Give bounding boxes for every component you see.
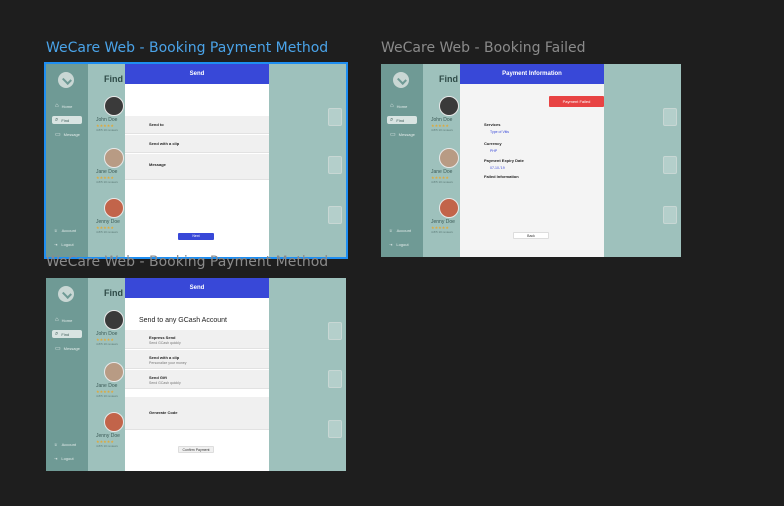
frame-booking-failed[interactable]: ⌂ Home ⌕ Find ▭ Message ♕ Account ⇥ Logout Fi… [381, 64, 681, 257]
logo-icon [58, 286, 74, 302]
message-icon: ▭ [55, 131, 61, 138]
side-card [663, 206, 677, 224]
side-card [663, 156, 677, 174]
avatar [104, 310, 124, 330]
side-card [328, 108, 342, 126]
account-icon: ♕ [54, 442, 58, 447]
account-icon: ♕ [389, 228, 393, 233]
frame-booking-payment-method-2[interactable]: ⌂ Home ⌕ Find ▭ Message ♕ Account ⇥ Logout Fi… [46, 278, 346, 471]
search-icon: ⌕ [55, 330, 59, 337]
message-icon: ▭ [55, 345, 61, 352]
next-button[interactable]: Next [178, 233, 214, 240]
send-gift-row[interactable]: Send Gift Send GCash quickly [125, 370, 269, 389]
failed-information-label: Failed Information [484, 174, 519, 179]
search-icon: ⌕ [390, 116, 394, 123]
payment-failed-button[interactable]: Payment Failed [549, 96, 604, 107]
logo-icon [58, 72, 74, 88]
message-row[interactable]: Message [125, 154, 269, 180]
avatar [104, 96, 124, 116]
sidebar-item-message[interactable]: ▭ Message [387, 130, 417, 138]
sidebar-item-message[interactable]: ▭ Message [52, 130, 82, 138]
sidebar: ⌂ Home ⌕ Find ▭ Message ♕ Account ⇥ Logout [381, 64, 423, 257]
expiry-date-label: Payment Expiry Date [484, 158, 524, 163]
express-send-row[interactable]: Express Send Send GCash quickly [125, 330, 269, 349]
modal-header: Send [125, 64, 269, 84]
send-with-clip-row[interactable]: Send with a clip [125, 135, 269, 153]
sidebar-item-logout[interactable]: ⇥ Logout [389, 242, 409, 247]
sidebar: ⌂ Home ⌕ Find ▭ Message ♕ Account ⇥ Logout [46, 64, 88, 257]
sidebar-item-logout[interactable]: ⇥ Logout [54, 242, 74, 247]
avatar [439, 148, 459, 168]
sidebar-item-home[interactable]: ⌂ Home [387, 102, 417, 110]
logout-icon: ⇥ [389, 242, 393, 247]
avatar [104, 412, 124, 432]
currency-value: PHP [490, 149, 498, 153]
payment-info-modal: Payment Information Payment Failed Servi… [460, 64, 604, 257]
sidebar-item-find[interactable]: ⌕ Find [387, 116, 417, 124]
page-title: Find [104, 288, 123, 298]
back-button[interactable]: Back [513, 232, 549, 239]
frame-title-booking-payment-method[interactable]: WeCare Web - Booking Payment Method [46, 40, 328, 56]
services-label: Services [484, 122, 501, 127]
generate-code-row[interactable]: Generate Code [125, 397, 269, 430]
sidebar-item-home[interactable]: ⌂ Home [52, 316, 82, 324]
confirm-payment-button[interactable]: Confirm Payment [178, 446, 214, 453]
side-card [328, 370, 342, 388]
gcash-send-modal: Send Send to any GCash Account Express S… [125, 278, 269, 471]
frame-booking-payment-method[interactable]: ⌂ Home ⌕ Find ▭ Message ♕ Account ⇥ Logout Fi… [44, 62, 348, 259]
avatar [104, 198, 124, 218]
side-card [328, 420, 342, 438]
design-canvas: WeCare Web - Booking Payment Method ⌂ Hom… [0, 0, 784, 506]
home-icon: ⌂ [55, 317, 59, 323]
sidebar: ⌂ Home ⌕ Find ▭ Message ♕ Account ⇥ Logout [46, 278, 88, 471]
page-title: Find [104, 74, 123, 84]
home-icon: ⌂ [55, 103, 59, 109]
sidebar-item-account[interactable]: ♕ Account [54, 442, 76, 447]
side-card [328, 322, 342, 340]
logout-icon: ⇥ [54, 242, 58, 247]
sidebar-item-home[interactable]: ⌂ Home [52, 102, 82, 110]
avatar [439, 96, 459, 116]
side-card [328, 156, 342, 174]
send-with-clip-row[interactable]: Send with a clip Personalize your money [125, 350, 269, 369]
sidebar-item-message[interactable]: ▭ Message [52, 344, 82, 352]
send-heading: Send to any GCash Account [139, 317, 227, 324]
expiry-date-value: 07-10-'19 [490, 166, 505, 170]
page-title: Find [439, 74, 458, 84]
logo-icon [393, 72, 409, 88]
currency-label: Currency [484, 141, 502, 146]
sidebar-item-account[interactable]: ♕ Account [54, 228, 76, 233]
avatar [104, 148, 124, 168]
modal-header: Send [125, 278, 269, 298]
avatar [104, 362, 124, 382]
frame-title-booking-failed[interactable]: WeCare Web - Booking Failed [381, 40, 586, 56]
account-icon: ♕ [54, 228, 58, 233]
send-modal: Send Send to Send with a clip Message Ne… [125, 64, 269, 257]
sidebar-item-find[interactable]: ⌕ Find [52, 330, 82, 338]
side-card [328, 206, 342, 224]
services-value: Type of Vitis [490, 130, 510, 134]
sidebar-item-account[interactable]: ♕ Account [389, 228, 411, 233]
search-icon: ⌕ [55, 116, 59, 123]
sidebar-item-find[interactable]: ⌕ Find [52, 116, 82, 124]
logout-icon: ⇥ [54, 456, 58, 461]
send-to-row[interactable]: Send to [125, 116, 269, 134]
side-card [663, 108, 677, 126]
avatar [439, 198, 459, 218]
message-icon: ▭ [390, 131, 396, 138]
modal-header: Payment Information [460, 64, 604, 84]
home-icon: ⌂ [390, 103, 394, 109]
sidebar-item-logout[interactable]: ⇥ Logout [54, 456, 74, 461]
frame-title-booking-payment-method-2[interactable]: WeCare Web - Booking Payment Method [46, 254, 328, 270]
